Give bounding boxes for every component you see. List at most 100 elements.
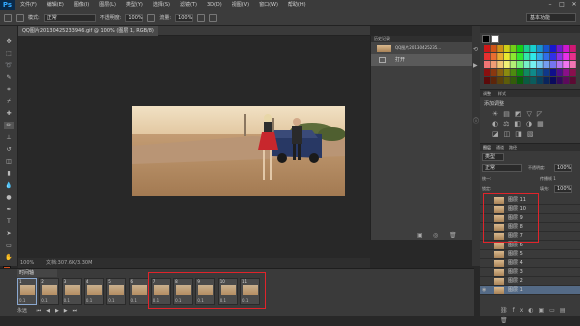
- frame-delay[interactable]: 0.1: [86, 298, 92, 303]
- animation-frame[interactable]: 1 0.1: [17, 278, 37, 305]
- layers-footer-buttons[interactable]: ⛓fx◐▣▭▤🗑: [480, 306, 580, 324]
- dodge-tool-icon[interactable]: ●: [4, 194, 14, 201]
- frame-delay[interactable]: 0.1: [41, 298, 47, 303]
- history-snapshot[interactable]: QQ图片20130425235...: [371, 42, 473, 54]
- stamp-tool-icon[interactable]: ⊥: [4, 134, 14, 141]
- mode-select[interactable]: 正常: [43, 13, 96, 22]
- gradient-tool-icon[interactable]: ▮: [4, 170, 14, 177]
- swatch-white[interactable]: [491, 35, 499, 43]
- timeline-tab[interactable]: 时间轴: [17, 269, 57, 277]
- minimize-button[interactable]: –: [544, 0, 556, 10]
- eraser-tool-icon[interactable]: ◫: [4, 158, 14, 165]
- pressure-size-icon[interactable]: [209, 13, 218, 22]
- visibility-eye-icon[interactable]: ◉: [482, 287, 488, 293]
- canvas-area[interactable]: [18, 36, 370, 258]
- opacity-input[interactable]: 100%: [125, 13, 144, 22]
- document-tab[interactable]: QQ图片20130425233946.gif @ 100% (图层 1, RGB…: [18, 26, 158, 36]
- animation-frame[interactable]: 5 0.1: [106, 278, 127, 305]
- animation-frame[interactable]: 6 0.1: [128, 278, 149, 305]
- menu-3d[interactable]: 3D(D): [202, 0, 227, 10]
- layer-row[interactable]: 图层 4: [480, 259, 580, 268]
- fill-input[interactable]: 100%: [554, 185, 572, 193]
- mode-label: 模式:: [28, 15, 40, 21]
- menu-layer[interactable]: 图层(L): [94, 0, 121, 10]
- tab-styles[interactable]: 样式: [498, 90, 506, 97]
- menu-filter[interactable]: 滤镜(T): [175, 0, 202, 10]
- eyedropper-tool-icon[interactable]: ⌿: [4, 98, 14, 105]
- trash-icon[interactable]: 🗑: [449, 232, 457, 239]
- tab-channels[interactable]: 通道: [496, 144, 504, 151]
- brush-panel-icon[interactable]: [16, 13, 24, 22]
- loop-select[interactable]: 永远: [17, 308, 27, 314]
- layer-opacity-input[interactable]: 100%: [554, 164, 572, 172]
- menu-view[interactable]: 视图(V): [227, 0, 254, 10]
- menu-image[interactable]: 图像(I): [69, 0, 94, 10]
- adjust-icons-row-1[interactable]: ☀▤◩▽◸: [492, 110, 547, 118]
- healing-tool-icon[interactable]: ✚: [4, 110, 14, 117]
- history-brush-tool-icon[interactable]: ↺: [4, 146, 14, 153]
- menu-select[interactable]: 选择(S): [148, 0, 175, 10]
- path-select-tool-icon[interactable]: ➤: [4, 230, 14, 237]
- move-tool-icon[interactable]: ✥: [4, 38, 14, 45]
- brush-tool-icon[interactable]: ✏: [4, 122, 14, 129]
- history-panel-icon[interactable]: ⟲: [473, 46, 478, 53]
- visibility-eye-icon[interactable]: [482, 251, 488, 257]
- swatch-black[interactable]: [482, 35, 490, 43]
- frame-delay[interactable]: 0.1: [131, 298, 137, 303]
- highlight-box-layers: [483, 193, 539, 243]
- frame-delay[interactable]: 0.1: [64, 298, 70, 303]
- animation-frame[interactable]: 4 0.1: [83, 278, 104, 305]
- new-document-icon[interactable]: ▣: [417, 232, 423, 239]
- zoom-level[interactable]: 100%: [20, 258, 34, 268]
- menu-type[interactable]: 类型(Y): [121, 0, 148, 10]
- layer-row[interactable]: 图层 5: [480, 250, 580, 259]
- visibility-eye-icon[interactable]: [482, 278, 488, 284]
- frame-delay[interactable]: 0.1: [108, 298, 114, 303]
- close-button[interactable]: ✕: [568, 0, 580, 10]
- color-swatch: [490, 53, 497, 60]
- shape-tool-icon[interactable]: ▭: [4, 242, 14, 249]
- animation-frame[interactable]: 2 0.1: [39, 278, 60, 305]
- menu-help[interactable]: 帮助(H): [283, 0, 311, 10]
- type-tool-icon[interactable]: T: [4, 218, 14, 225]
- hand-tool-icon[interactable]: ✋: [4, 254, 14, 261]
- layer-kind-filter[interactable]: 类型: [482, 153, 504, 161]
- actions-panel-icon[interactable]: ▶: [473, 62, 478, 69]
- animation-frame[interactable]: 3 0.1: [61, 278, 82, 305]
- blur-tool-icon[interactable]: 💧: [4, 182, 14, 189]
- adjust-icons-row-2[interactable]: ◐⚖◧◑▦: [492, 120, 549, 128]
- adjust-icons-row-3[interactable]: ◪◫◨▧: [492, 130, 538, 138]
- airbrush-icon[interactable]: [197, 13, 206, 22]
- layer-row[interactable]: 图层 2: [480, 277, 580, 286]
- workspace-select[interactable]: 基本功能: [526, 13, 576, 22]
- color-swatch: [556, 77, 563, 84]
- visibility-eye-icon[interactable]: [482, 260, 488, 266]
- crop-tool-icon[interactable]: ⌗: [4, 86, 14, 93]
- layer-row[interactable]: 图层 3: [480, 268, 580, 277]
- visibility-eye-icon[interactable]: [482, 269, 488, 275]
- propagate-frame-checkbox[interactable]: 传播帧 1: [540, 176, 556, 182]
- pressure-opacity-icon[interactable]: [147, 13, 156, 22]
- menu-edit[interactable]: 编辑(E): [42, 0, 69, 10]
- info-panel-icon[interactable]: ⓘ: [473, 116, 479, 125]
- quick-select-tool-icon[interactable]: ✎: [4, 74, 14, 81]
- doc-size[interactable]: 文档:307.6K/3.30M: [46, 258, 92, 268]
- layer-row-selected[interactable]: ◉ 图层 1: [480, 286, 580, 295]
- swatches-grid[interactable]: [484, 45, 578, 87]
- tab-adjust[interactable]: 调整: [483, 90, 491, 97]
- blend-mode-select[interactable]: 正常: [482, 164, 522, 172]
- maximize-button[interactable]: □: [556, 0, 568, 10]
- history-item-open[interactable]: 打开: [371, 54, 473, 66]
- menu-file[interactable]: 文件(F): [15, 0, 42, 10]
- flow-input[interactable]: 100%: [175, 13, 194, 22]
- brush-preset-icon[interactable]: [4, 13, 12, 22]
- menu-window[interactable]: 窗口(W): [254, 0, 283, 10]
- tab-paths[interactable]: 路径: [509, 144, 517, 151]
- frame-delay[interactable]: 0.1: [19, 298, 25, 303]
- pen-tool-icon[interactable]: ✒: [4, 206, 14, 213]
- camera-snapshot-icon[interactable]: ◎: [433, 232, 438, 239]
- marquee-tool-icon[interactable]: ⬚: [4, 50, 14, 57]
- lasso-tool-icon[interactable]: ➰: [4, 62, 14, 69]
- tab-layers[interactable]: 图层: [483, 144, 491, 151]
- playback-controls-icon[interactable]: ⏮◀▶▶⏭: [37, 308, 83, 314]
